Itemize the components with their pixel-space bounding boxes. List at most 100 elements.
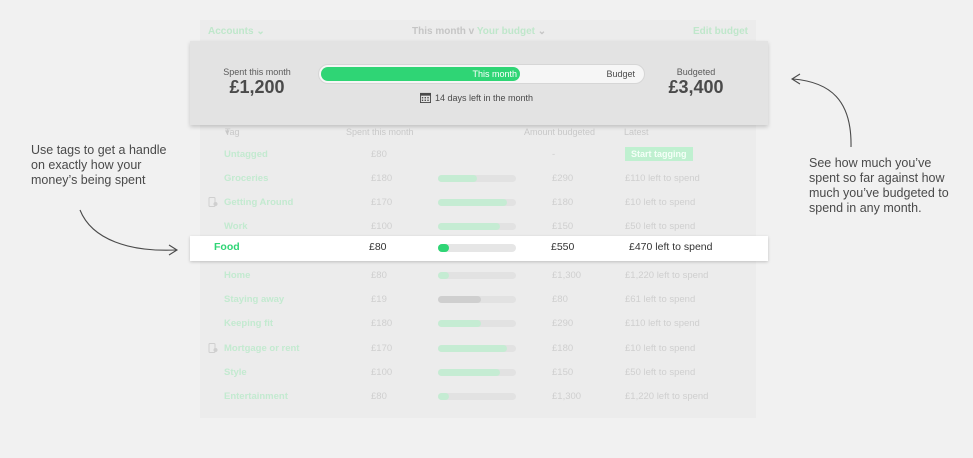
table-row[interactable]: Keeping fit £180 £290 £110 left to spend [200,312,756,336]
row-tag-name[interactable]: Work [224,221,248,232]
row-spent: £80 [371,391,387,402]
row-latest: £61 left to spend [625,294,696,305]
row-progress-bar [438,320,516,327]
start-tagging-button[interactable]: Start tagging [625,147,693,161]
this-month-label: This month [412,26,466,37]
row-progress-bar [438,345,516,352]
row-tag-name[interactable]: Mortgage or rent [224,343,299,354]
table-row[interactable]: Home £80 £1,300 £1,220 left to spend [200,264,756,288]
row-tag-name[interactable]: Entertainment [224,391,288,402]
accounts-dropdown[interactable]: Accounts ⌄ [208,26,265,37]
row-budgeted: £150 [552,367,574,378]
row-spent: £170 [371,343,393,354]
budget-topbar: Accounts ⌄ This month v Your budget ⌄ Ed… [200,24,756,40]
row-budgeted: £1,300 [552,391,582,402]
table-row-untagged[interactable]: Untagged £80 - Start tagging [200,143,756,167]
row-progress-bar [438,296,516,303]
row-latest: £470 left to spend [629,241,713,253]
calendar-icon [420,92,431,103]
row-spent: £80 [371,270,387,281]
row-latest: £50 left to spend [625,367,696,378]
row-budgeted: £290 [552,318,574,329]
budget-summary-card: Spent this month £1,200 This month Budge… [190,41,768,125]
spent-this-month-label: Spent this month [223,67,291,77]
row-latest: £10 left to spend [625,197,696,208]
row-progress-fill [438,320,481,327]
column-header-tag-label: Tag [225,127,240,137]
budgeted-label: Budgeted [676,67,716,77]
row-progress-fill [438,244,449,252]
row-tag-name[interactable]: Keeping fit [224,318,273,329]
progress-budget-label: Budget [606,69,635,79]
table-row[interactable]: Staying away £19 £80 £61 left to spend [200,288,756,312]
row-tag-name[interactable]: Getting Around [224,197,293,208]
tags-table-header: Tag ▾ Spent this month Amount budgeted L… [200,127,756,139]
your-budget-label[interactable]: Your budget [477,26,535,37]
table-row[interactable]: Style £100 £150 £50 left to spend [200,361,756,385]
row-spent: £180 [371,173,393,184]
row-progress-bar [438,175,516,182]
arrow-to-food-row [79,209,179,256]
table-row[interactable]: Mortgage or rent £170 £180 £10 left to spen… [200,337,756,361]
row-progress-bar [438,369,516,376]
row-budgeted: £150 [552,221,574,232]
row-spent: £100 [371,367,393,378]
budgeted-value: £3,400 [668,77,724,97]
annotation-tags: Use tags to get a handle on exactly how … [17,139,177,196]
row-progress-fill [438,175,477,182]
row-progress-fill [438,199,507,206]
row-spent: £80 [369,241,387,253]
row-spent: £19 [371,294,387,305]
column-header-budgeted: Amount budgeted [524,127,596,137]
row-latest: £50 left to spend [625,221,696,232]
row-budgeted: £550 [551,241,575,253]
spent-this-month-value: £1,200 [229,77,285,97]
row-progress-bar [438,244,516,252]
budget-progress-bar: This month Budget [318,64,645,84]
row-progress-bar [438,393,516,400]
table-row-food-highlighted[interactable]: Food £80 £550 £470 left to spend [190,236,768,261]
edit-budget-link[interactable]: Edit budget [693,26,748,37]
row-tag-name[interactable]: Staying away [224,294,284,305]
row-latest: £10 left to spend [625,343,696,354]
days-left-text: 14 days left in the month [435,92,534,103]
row-progress-bar [438,199,516,206]
table-row[interactable]: Getting Around £170 £180 £10 left to spend [200,191,756,215]
column-header-tag[interactable]: Tag ▾ [225,127,240,138]
shared-person-icon [208,343,218,353]
row-budgeted: £1,300 [552,270,582,281]
row-budgeted: £290 [552,173,574,184]
row-progress-fill [438,369,501,376]
row-progress-bar [438,272,516,279]
table-row[interactable]: Entertainment £80 £1,300 £1,220 left to spe… [200,385,756,409]
row-progress-fill [438,393,449,400]
row-tag-name[interactable]: Untagged [224,149,268,160]
row-budgeted: £80 [552,294,568,305]
row-progress-fill [438,223,501,230]
progress-this-month-label: This month [472,69,517,79]
row-progress-fill [438,345,507,352]
row-latest: £1,220 left to spend [625,270,709,281]
row-latest: £110 left to spend [625,173,700,184]
column-header-spent: Spent this month [346,127,414,137]
row-budgeted: - [552,149,556,160]
column-header-latest: Latest [624,127,649,137]
row-budgeted: £180 [552,197,574,208]
row-spent: £80 [371,149,387,160]
arrow-to-summary [790,73,852,148]
row-latest: £1,220 left to spend [625,391,709,402]
row-spent: £170 [371,197,393,208]
row-tag-name[interactable]: Home [224,270,250,281]
annotation-budget: See how much you’ve spent so far against… [809,156,949,215]
row-tag-name[interactable]: Groceries [224,173,268,184]
shared-person-icon [208,197,218,207]
days-left-indicator: 14 days left in the month [420,92,533,103]
period-selector[interactable]: This month v Your budget ⌄ [412,26,546,37]
row-tag-name[interactable]: Style [224,367,247,378]
row-latest: £110 left to spend [625,318,700,329]
row-progress-fill [438,272,449,279]
row-spent: £100 [371,221,393,232]
row-tag-name[interactable]: Food [214,241,240,253]
row-budgeted: £180 [552,343,574,354]
table-row[interactable]: Groceries £180 £290 £110 left to spend [200,167,756,191]
